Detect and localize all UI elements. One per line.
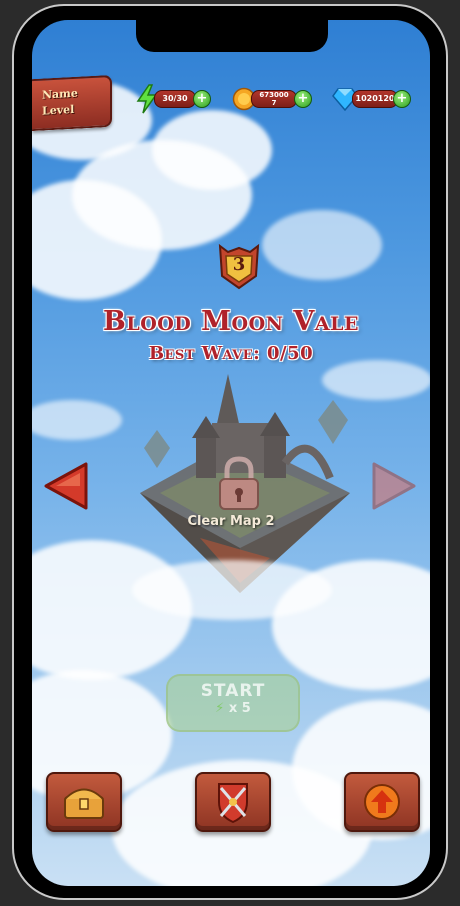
coin-counter: 673000 7 [251,90,297,108]
battle-button[interactable] [195,772,271,832]
energy-counter: 30/30 [154,90,196,108]
upgrade-button[interactable] [344,772,420,832]
up-arrow-icon [364,784,400,820]
chest-icon [64,788,104,819]
floating-rock [144,430,170,468]
previous-map-arrow[interactable] [42,460,94,512]
player-level-label: Level [42,102,75,118]
cloud [262,210,382,280]
player-name-label: Name [42,86,78,102]
next-map-arrow[interactable] [366,460,418,512]
crossed-swords-shield-icon [218,783,248,824]
gem-counter: 1020120 [352,90,398,108]
add-gems-button[interactable]: + [393,90,411,108]
player-name-plate[interactable]: Name Level [32,74,112,132]
game-screen: Name Level 30/30 + 673000 7 + 1020120 + … [32,20,430,886]
add-energy-button[interactable]: + [193,90,211,108]
level-number: 3 [232,254,246,275]
floating-rock [318,400,348,444]
cloud [132,560,332,620]
start-button[interactable]: START ⚡ x 5 [166,674,300,732]
inventory-chest-button[interactable] [46,772,122,832]
phone-notch [136,20,328,52]
cloud [152,110,272,190]
unlock-requirement-text: Clear Map 2 [187,514,275,529]
coin-value: 673000 [259,91,289,99]
cloud [32,400,122,440]
energy-cost-icon: ⚡ [215,701,225,716]
energy-cost-value: x 5 [228,701,251,716]
coin-value-extra: 7 [271,99,277,107]
start-cost: ⚡ x 5 [168,701,298,716]
lock-icon [219,456,259,510]
start-label: START [200,681,266,701]
best-wave-label: Best Wave: 0/50 [148,343,314,364]
add-coins-button[interactable]: + [294,90,312,108]
map-title: Blood Moon Vale [103,306,359,337]
